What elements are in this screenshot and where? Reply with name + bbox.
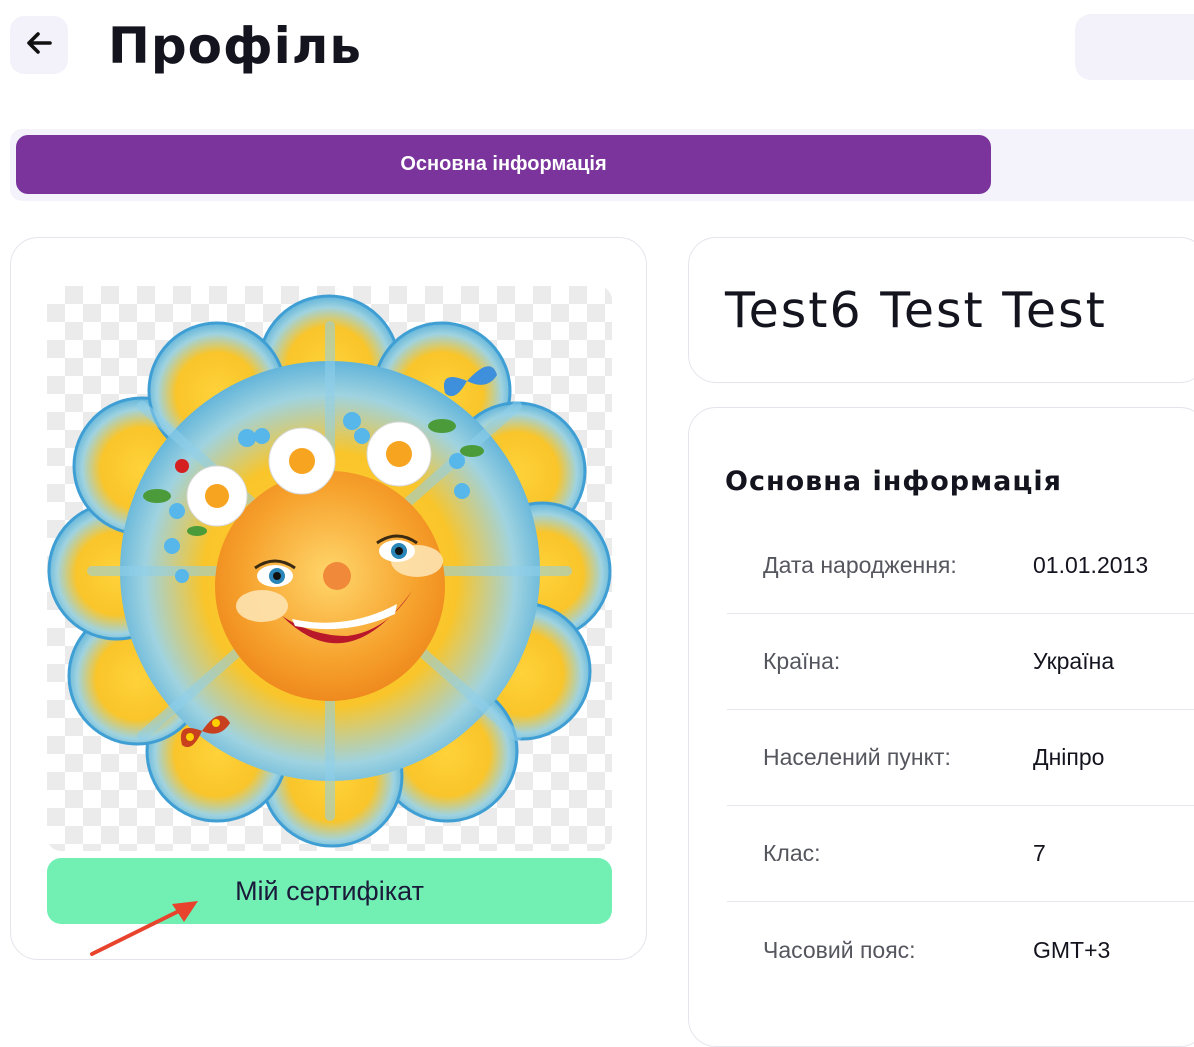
back-button[interactable] bbox=[10, 16, 68, 74]
info-value: 7 bbox=[1033, 840, 1046, 866]
info-card: Основна інформація Дата народження: 01.0… bbox=[688, 407, 1194, 1047]
info-value: GMT+3 bbox=[1033, 936, 1111, 963]
name-card: Test6 Test Test bbox=[688, 237, 1194, 383]
page-title: Профіль bbox=[108, 17, 362, 75]
info-label: Клас: bbox=[763, 840, 821, 866]
info-title: Основна інформація bbox=[725, 466, 1062, 497]
info-list: Дата народження: 01.01.2013 Країна: Укра… bbox=[727, 518, 1194, 998]
avatar bbox=[47, 286, 612, 851]
info-row-birth-date: Дата народження: 01.01.2013 bbox=[727, 518, 1194, 614]
user-name: Test6 Test Test bbox=[725, 282, 1107, 339]
annotation-arrow-icon bbox=[90, 901, 198, 956]
info-label: Дата народження: bbox=[763, 552, 957, 578]
smiling-sun-avatar bbox=[47, 294, 612, 848]
info-value: Дніпро bbox=[1033, 744, 1105, 770]
avatar-card: Мій сертифікат bbox=[10, 237, 647, 960]
info-row-country: Країна: Україна bbox=[727, 614, 1194, 710]
tabs-bar: Основна інформація bbox=[10, 129, 1194, 201]
info-label: Часовий пояс: bbox=[763, 936, 916, 963]
info-row-timezone: Часовий пояс: GMT+3 bbox=[727, 902, 1194, 998]
info-row-city: Населений пункт: Дніпро bbox=[727, 710, 1194, 806]
header-action-button[interactable] bbox=[1075, 14, 1194, 80]
info-value: 01.01.2013 bbox=[1033, 552, 1149, 578]
info-label: Країна: bbox=[763, 648, 841, 674]
info-row-grade: Клас: 7 bbox=[727, 806, 1194, 902]
info-label: Населений пункт: bbox=[763, 744, 951, 770]
tab-basic-info[interactable]: Основна інформація bbox=[16, 135, 991, 194]
info-value: Україна bbox=[1033, 648, 1115, 674]
arrow-left-icon bbox=[25, 29, 53, 61]
